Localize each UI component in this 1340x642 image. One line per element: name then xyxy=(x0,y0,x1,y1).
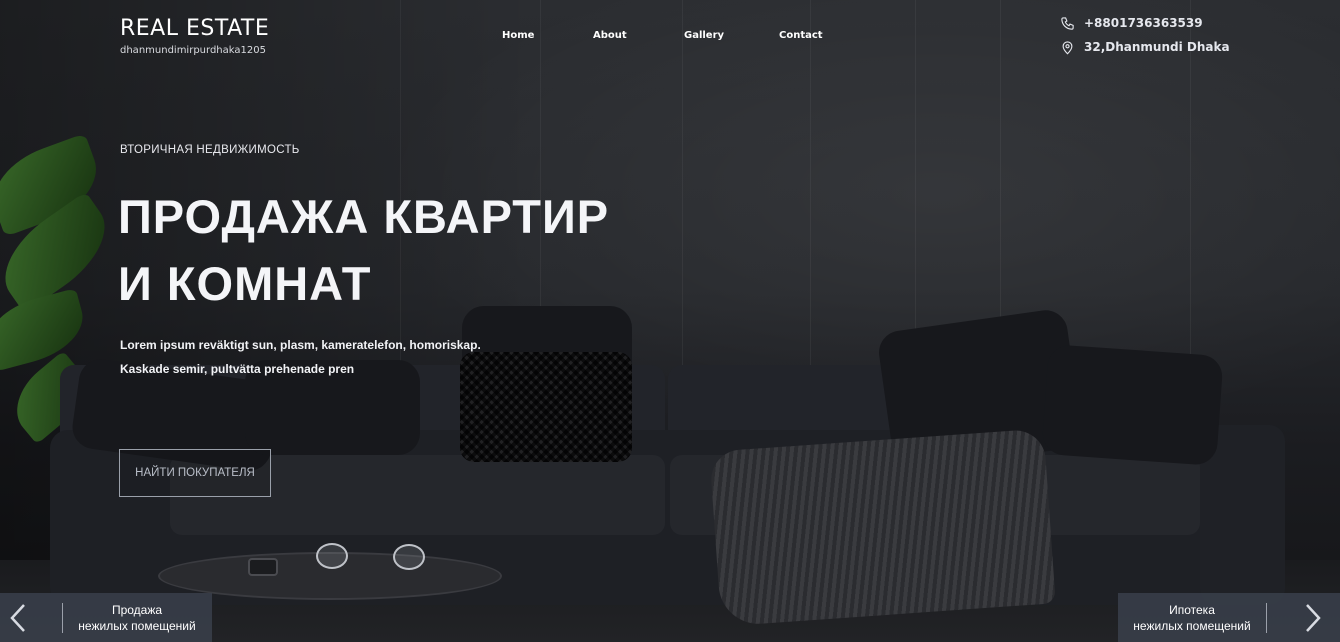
prev-slide-label: Продажа нежилых помещений xyxy=(63,602,211,634)
phone-row[interactable]: +8801736363539 xyxy=(1060,14,1230,32)
phone-icon xyxy=(1061,16,1074,30)
headline-line-2: И КОМНАТ xyxy=(118,257,372,310)
glass-candle xyxy=(393,544,425,570)
address-text: 32,Dhanmundi Dhaka xyxy=(1084,40,1230,54)
chevron-left-icon[interactable] xyxy=(0,593,36,642)
chevron-right-icon[interactable] xyxy=(1295,593,1331,642)
next-slide-label: Ипотека нежилых помещений xyxy=(1118,602,1266,634)
prev-slide-line-1: Продажа xyxy=(111,602,163,617)
prev-slide-nav[interactable]: Продажа нежилых помещений xyxy=(0,593,212,642)
contact-info: +8801736363539 32,Dhanmundi Dhaka xyxy=(1060,14,1230,62)
lede-line-1: Lorem ipsum reväktigt sun, plasm, kamera… xyxy=(120,338,481,352)
slider-divider xyxy=(1266,602,1267,633)
houndstooth-pillow xyxy=(460,352,632,462)
throw-blanket xyxy=(709,428,1056,627)
pillow xyxy=(1041,344,1224,466)
next-slide-nav[interactable]: Ипотека нежилых помещений xyxy=(1118,593,1340,642)
headline-line-1: ПРОДАЖА КВАРТИР xyxy=(118,190,610,243)
hero-lede: Lorem ipsum reväktigt sun, plasm, kamera… xyxy=(120,333,481,381)
address-row[interactable]: 32,Dhanmundi Dhaka xyxy=(1060,38,1230,56)
dark-bowl xyxy=(248,558,278,576)
nav-about-link[interactable]: About xyxy=(593,30,627,41)
next-slide-line-2: нежилых помещений xyxy=(1133,618,1251,633)
nav-home-link[interactable]: Home xyxy=(502,30,534,41)
find-buyer-button[interactable]: НАЙТИ ПОКУПАТЕЛЯ xyxy=(119,449,271,497)
hero-eyebrow: ВТОРИЧНАЯ НЕДВИЖИМОСТЬ xyxy=(120,144,300,156)
nav-gallery-link[interactable]: Gallery xyxy=(684,30,724,41)
next-slide-line-1: Ипотека xyxy=(1169,602,1215,617)
hero-background xyxy=(0,0,1340,642)
location-pin-icon xyxy=(1062,40,1073,55)
phone-number: +8801736363539 xyxy=(1084,16,1203,30)
lede-line-2: Kaskade semir, pultvätta prehenade pren xyxy=(120,362,355,376)
hero-headline: ПРОДАЖА КВАРТИР И КОМНАТ xyxy=(118,183,609,317)
nav-contact-link[interactable]: Contact xyxy=(779,30,823,41)
prev-slide-line-2: нежилых помещений xyxy=(78,618,196,633)
brand-subtitle: dhanmundimirpurdhaka1205 xyxy=(120,45,266,56)
glass-candle xyxy=(316,543,348,569)
